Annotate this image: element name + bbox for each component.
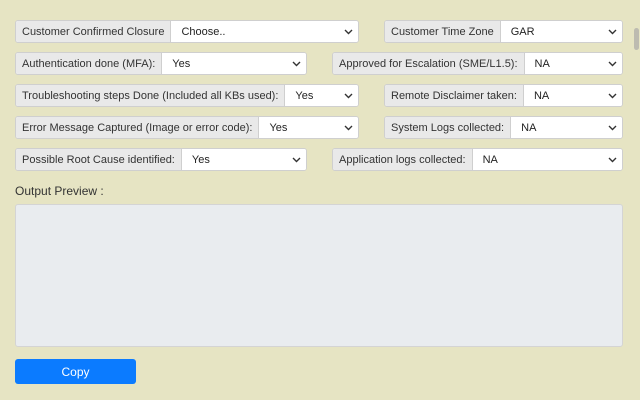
chevron-down-icon bbox=[344, 27, 353, 36]
chevron-down-icon bbox=[608, 155, 617, 164]
customer-time-zone-select[interactable]: GAR bbox=[500, 21, 622, 42]
form-row-1: Customer Confirmed Closure Choose.. Cust… bbox=[15, 20, 623, 43]
output-preview-textarea[interactable] bbox=[15, 204, 623, 347]
output-preview-label: Output Preview : bbox=[15, 184, 104, 198]
system-logs-value: NA bbox=[521, 121, 537, 134]
customer-time-zone-value: GAR bbox=[510, 25, 535, 38]
error-message-captured-group: Error Message Captured (Image or error c… bbox=[15, 116, 359, 139]
chevron-down-icon bbox=[292, 59, 301, 68]
chevron-down-icon bbox=[608, 59, 617, 68]
application-logs-value: NA bbox=[482, 153, 498, 166]
authentication-done-value: Yes bbox=[172, 57, 191, 70]
chevron-down-icon bbox=[608, 91, 617, 100]
chevron-down-icon bbox=[344, 123, 353, 132]
customer-confirmed-closure-group: Customer Confirmed Closure Choose.. bbox=[15, 20, 359, 43]
approved-for-escalation-value: NA bbox=[534, 57, 550, 70]
system-logs-label: System Logs collected: bbox=[385, 117, 512, 138]
application-logs-group: Application logs collected: NA bbox=[332, 148, 623, 171]
customer-time-zone-group: Customer Time Zone GAR bbox=[384, 20, 623, 43]
scrollbar-thumb[interactable] bbox=[634, 28, 639, 50]
troubleshooting-steps-select[interactable]: Yes bbox=[285, 85, 358, 106]
form-row-5: Possible Root Cause identified: Yes Appl… bbox=[15, 148, 623, 171]
application-logs-select[interactable]: NA bbox=[472, 149, 622, 170]
customer-confirmed-closure-value: Choose.. bbox=[181, 25, 226, 38]
troubleshooting-steps-value: Yes bbox=[295, 89, 314, 102]
root-cause-label: Possible Root Cause identified: bbox=[16, 149, 182, 170]
authentication-done-select[interactable]: Yes bbox=[162, 53, 306, 74]
chevron-down-icon bbox=[608, 123, 617, 132]
customer-confirmed-closure-select[interactable]: Choose.. bbox=[171, 21, 358, 42]
authentication-done-group: Authentication done (MFA): Yes bbox=[15, 52, 307, 75]
system-logs-group: System Logs collected: NA bbox=[384, 116, 623, 139]
approved-for-escalation-group: Approved for Escalation (SME/L1.5): NA bbox=[332, 52, 623, 75]
remote-disclaimer-group: Remote Disclaimer taken: NA bbox=[384, 84, 623, 107]
error-message-captured-label: Error Message Captured (Image or error c… bbox=[16, 117, 260, 138]
application-logs-label: Application logs collected: bbox=[333, 149, 473, 170]
form-row-3: Troubleshooting steps Done (Included all… bbox=[15, 84, 623, 107]
root-cause-value: Yes bbox=[191, 153, 210, 166]
chevron-down-icon bbox=[608, 27, 617, 36]
chevron-down-icon bbox=[344, 91, 353, 100]
form-row-2: Authentication done (MFA): Yes Approved … bbox=[15, 52, 623, 75]
troubleshooting-steps-label: Troubleshooting steps Done (Included all… bbox=[16, 85, 286, 106]
remote-disclaimer-value: NA bbox=[533, 89, 550, 102]
customer-time-zone-label: Customer Time Zone bbox=[385, 21, 501, 42]
root-cause-select[interactable]: Yes bbox=[181, 149, 306, 170]
chevron-down-icon bbox=[292, 155, 301, 164]
remote-disclaimer-select[interactable]: NA bbox=[523, 85, 622, 106]
remote-disclaimer-label: Remote Disclaimer taken: bbox=[385, 85, 524, 106]
error-message-captured-select[interactable]: Yes bbox=[259, 117, 358, 138]
system-logs-select[interactable]: NA bbox=[511, 117, 622, 138]
form-row-4: Error Message Captured (Image or error c… bbox=[15, 116, 623, 139]
authentication-done-label: Authentication done (MFA): bbox=[16, 53, 163, 74]
error-message-captured-value: Yes bbox=[269, 121, 288, 134]
approved-for-escalation-label: Approved for Escalation (SME/L1.5): bbox=[333, 53, 525, 74]
root-cause-group: Possible Root Cause identified: Yes bbox=[15, 148, 307, 171]
scrollbar[interactable] bbox=[632, 0, 640, 400]
customer-confirmed-closure-label: Customer Confirmed Closure bbox=[16, 21, 172, 42]
troubleshooting-steps-group: Troubleshooting steps Done (Included all… bbox=[15, 84, 359, 107]
approved-for-escalation-select[interactable]: NA bbox=[524, 53, 622, 74]
copy-button[interactable]: Copy bbox=[15, 359, 136, 384]
